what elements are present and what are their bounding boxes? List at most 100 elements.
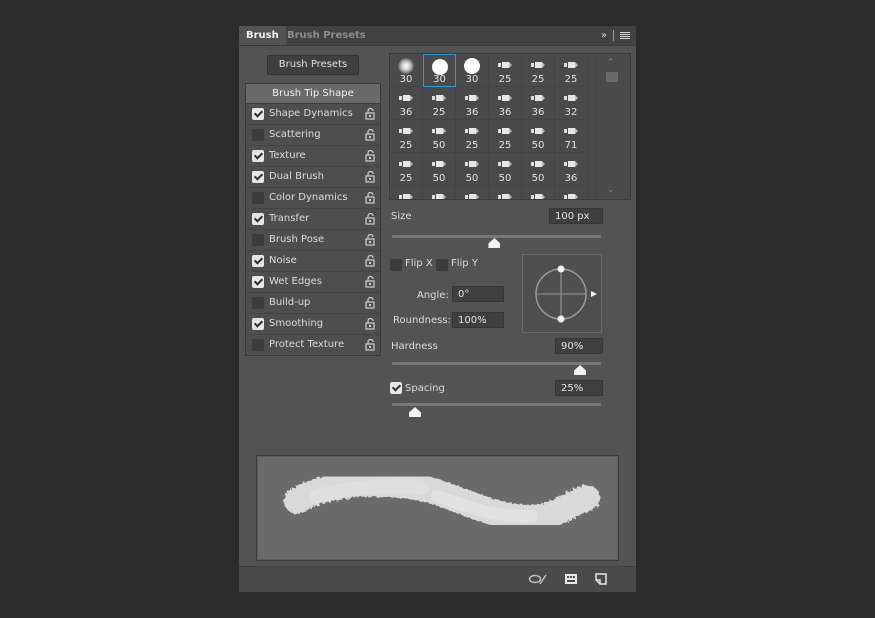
option-checkbox[interactable] bbox=[252, 129, 264, 141]
chevron-up-icon[interactable]: ⌃ bbox=[607, 58, 615, 68]
brush-tip-size: 30 bbox=[465, 74, 479, 85]
hardness-slider-track[interactable] bbox=[392, 362, 601, 365]
chevron-down-icon[interactable]: ⌄ bbox=[607, 185, 615, 195]
brush-tip-size: 50 bbox=[465, 173, 479, 184]
flip-y-checkbox[interactable] bbox=[436, 259, 448, 271]
option-transfer[interactable]: Transfer bbox=[246, 209, 380, 230]
spacing-checkbox[interactable] bbox=[390, 382, 402, 394]
brush-tip-shape-icon bbox=[498, 128, 512, 134]
option-checkbox[interactable] bbox=[252, 339, 264, 351]
option-checkbox[interactable] bbox=[252, 234, 264, 246]
brush-tip-cell[interactable] bbox=[456, 186, 489, 199]
unlock-icon[interactable] bbox=[365, 339, 375, 351]
unlock-icon[interactable] bbox=[365, 213, 375, 225]
hamburger-menu-icon[interactable] bbox=[620, 31, 630, 40]
option-checkbox[interactable] bbox=[252, 171, 264, 183]
brush-tip-cell[interactable]: 50 bbox=[522, 120, 555, 153]
option-label: Dual Brush bbox=[269, 171, 324, 182]
brush-tip-shape-icon bbox=[498, 194, 512, 199]
stroke-preview-graphic bbox=[284, 470, 600, 531]
brush-tip-cell[interactable]: 30 bbox=[423, 54, 456, 87]
flip-x-checkbox[interactable] bbox=[390, 259, 402, 271]
brush-tip-cell[interactable]: 50 bbox=[489, 153, 522, 186]
unlock-icon[interactable] bbox=[365, 150, 375, 162]
brush-tip-cell[interactable]: 25 bbox=[390, 120, 423, 153]
brush-tip-cell[interactable] bbox=[489, 186, 522, 199]
size-input[interactable]: 100 px bbox=[549, 208, 603, 224]
tab-brush-presets[interactable]: Brush Presets bbox=[280, 26, 373, 45]
option-brush-tip-shape[interactable]: Brush Tip Shape bbox=[246, 84, 380, 104]
angle-input[interactable]: 0° bbox=[452, 286, 504, 302]
option-texture[interactable]: Texture bbox=[246, 146, 380, 167]
spacing-input[interactable]: 25% bbox=[555, 380, 603, 396]
brush-tip-cell[interactable]: 36 bbox=[489, 87, 522, 120]
option-dual-brush[interactable]: Dual Brush bbox=[246, 167, 380, 188]
unlock-icon[interactable] bbox=[365, 255, 375, 267]
toggle-live-tip-preview-icon[interactable] bbox=[528, 573, 548, 585]
unlock-icon[interactable] bbox=[365, 192, 375, 204]
brush-tip-cell[interactable] bbox=[423, 186, 456, 199]
option-smoothing[interactable]: Smoothing bbox=[246, 314, 380, 335]
brush-tip-cell[interactable]: 50 bbox=[456, 153, 489, 186]
option-noise[interactable]: Noise bbox=[246, 251, 380, 272]
roundness-handle-bottom bbox=[557, 315, 565, 323]
brush-tip-cell[interactable]: 50 bbox=[522, 153, 555, 186]
option-color-dynamics[interactable]: Color Dynamics bbox=[246, 188, 380, 209]
roundness-input[interactable]: 100% bbox=[452, 312, 504, 328]
unlock-icon[interactable] bbox=[365, 297, 375, 309]
grid-scrollbar[interactable]: ⌃ ⌄ bbox=[595, 54, 630, 199]
create-new-brush-icon[interactable] bbox=[594, 573, 608, 585]
scrollbar-thumb[interactable] bbox=[606, 72, 618, 82]
brush-tip-cell[interactable]: 36 bbox=[456, 87, 489, 120]
hardness-input[interactable]: 90% bbox=[555, 338, 603, 354]
brush-tip-cell[interactable] bbox=[555, 186, 588, 199]
option-protect-texture[interactable]: Protect Texture bbox=[246, 335, 380, 355]
brush-tip-cell[interactable]: 30 bbox=[390, 54, 423, 87]
brush-tip-cell[interactable]: 36 bbox=[555, 153, 588, 186]
option-build-up[interactable]: Build-up bbox=[246, 293, 380, 314]
option-checkbox[interactable] bbox=[252, 150, 264, 162]
option-checkbox[interactable] bbox=[252, 276, 264, 288]
unlock-icon[interactable] bbox=[365, 129, 375, 141]
option-checkbox[interactable] bbox=[252, 108, 264, 120]
brush-tip-cell[interactable]: 25 bbox=[489, 54, 522, 87]
option-checkbox[interactable] bbox=[252, 192, 264, 204]
unlock-icon[interactable] bbox=[365, 234, 375, 246]
option-scattering[interactable]: Scattering bbox=[246, 125, 380, 146]
option-wet-edges[interactable]: Wet Edges bbox=[246, 272, 380, 293]
option-checkbox[interactable] bbox=[252, 213, 264, 225]
unlock-icon[interactable] bbox=[365, 318, 375, 330]
brush-tip-cell[interactable]: 36 bbox=[390, 87, 423, 120]
double-chevron-right-icon[interactable]: » bbox=[601, 30, 607, 41]
brush-presets-button[interactable]: Brush Presets bbox=[267, 55, 359, 75]
brush-tip-cell[interactable]: 50 bbox=[423, 153, 456, 186]
brush-tip-cell[interactable]: 71 bbox=[555, 120, 588, 153]
brush-tip-cell[interactable]: 32 bbox=[555, 87, 588, 120]
brush-tip-cell[interactable]: 50 bbox=[423, 120, 456, 153]
brush-tip-cell[interactable] bbox=[390, 186, 423, 199]
unlock-icon[interactable] bbox=[365, 108, 375, 120]
tab-brush[interactable]: Brush bbox=[239, 26, 286, 45]
brush-tip-size: 32 bbox=[564, 107, 578, 118]
option-checkbox[interactable] bbox=[252, 255, 264, 267]
unlock-icon[interactable] bbox=[365, 276, 375, 288]
option-shape-dynamics[interactable]: Shape Dynamics bbox=[246, 104, 380, 125]
brush-tip-cell[interactable]: 25 bbox=[390, 153, 423, 186]
brush-grid-icon[interactable] bbox=[564, 573, 578, 585]
size-label: Size bbox=[391, 211, 412, 222]
brush-tip-cell[interactable]: 25 bbox=[423, 87, 456, 120]
option-checkbox[interactable] bbox=[252, 297, 264, 309]
angle-roundness-widget[interactable] bbox=[522, 254, 602, 333]
brush-tip-cell[interactable]: 25 bbox=[555, 54, 588, 87]
brush-tip-cell[interactable]: 25 bbox=[456, 120, 489, 153]
option-brush-pose[interactable]: Brush Pose bbox=[246, 230, 380, 251]
brush-tip-cell[interactable]: 25 bbox=[522, 54, 555, 87]
brush-tip-cell[interactable]: 30 bbox=[456, 54, 489, 87]
unlock-icon[interactable] bbox=[365, 171, 375, 183]
brush-tip-cell[interactable]: 25 bbox=[489, 120, 522, 153]
option-checkbox[interactable] bbox=[252, 318, 264, 330]
brush-tip-cell[interactable] bbox=[522, 186, 555, 199]
brush-tip-cell[interactable]: 36 bbox=[522, 87, 555, 120]
size-slider-track[interactable] bbox=[392, 235, 601, 238]
spacing-slider-track[interactable] bbox=[392, 403, 601, 406]
